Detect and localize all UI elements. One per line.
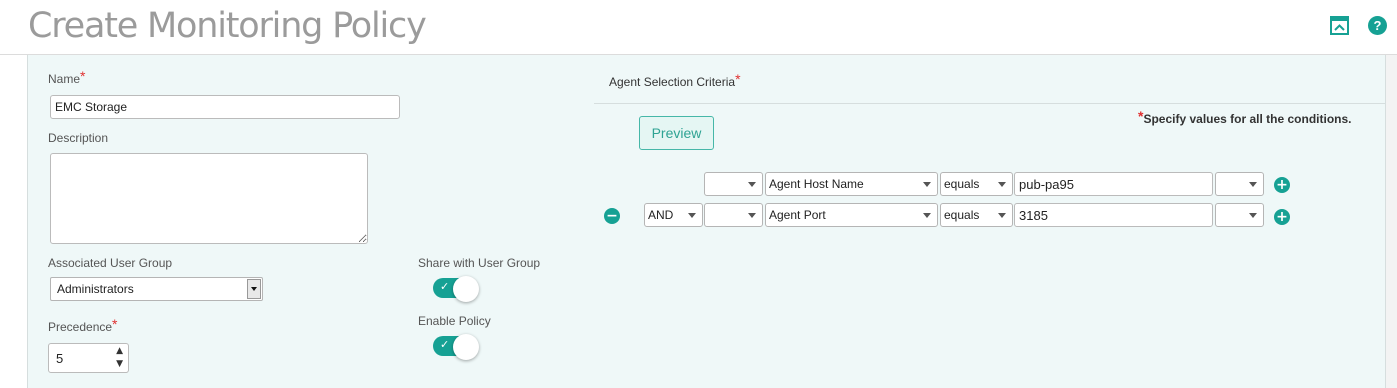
- collapse-panel-icon[interactable]: [1330, 16, 1349, 35]
- field-select[interactable]: Agent Host Name: [765, 172, 938, 196]
- toggle-knob: [453, 334, 479, 360]
- description-label: Description: [48, 131, 109, 145]
- share-toggle[interactable]: ✓: [433, 276, 481, 302]
- preview-button[interactable]: Preview: [639, 116, 714, 150]
- required-marker: *: [112, 316, 118, 332]
- required-marker: *: [80, 68, 86, 84]
- criteria-note: *Specify values for all the conditions.: [1138, 108, 1352, 126]
- open-paren-select[interactable]: [704, 203, 763, 227]
- close-paren-select[interactable]: [1215, 172, 1264, 196]
- chevron-down-icon: [688, 213, 696, 218]
- operator-select[interactable]: equals: [940, 172, 1013, 196]
- chevron-down-icon: [748, 182, 756, 187]
- add-condition-icon[interactable]: +: [1274, 177, 1290, 193]
- chevron-down-icon: [923, 182, 931, 187]
- chevron-down-icon: [251, 287, 257, 291]
- user-group-select[interactable]: Administrators: [50, 277, 263, 301]
- criteria-title: Agent Selection Criteria*: [609, 71, 741, 89]
- precedence-stepper[interactable]: 5 ▲ ▼: [48, 343, 129, 373]
- required-marker: *: [735, 71, 741, 87]
- toggle-knob: [453, 276, 479, 302]
- logic-select[interactable]: AND: [644, 203, 703, 227]
- add-condition-icon[interactable]: +: [1274, 209, 1290, 225]
- user-group-label: Associated User Group: [48, 256, 173, 270]
- precedence-value: 5: [56, 351, 64, 366]
- page-header: Create Monitoring Policy ?: [0, 0, 1397, 55]
- page-title: Create Monitoring Policy: [28, 6, 427, 46]
- operator-select[interactable]: equals: [940, 203, 1013, 227]
- scrollbar[interactable]: [1386, 55, 1397, 388]
- chevron-down-icon: [998, 213, 1006, 218]
- field-select[interactable]: Agent Port: [765, 203, 938, 227]
- enable-label: Enable Policy: [418, 314, 491, 328]
- enable-toggle[interactable]: ✓: [433, 334, 481, 360]
- value-input[interactable]: [1014, 203, 1213, 227]
- name-label: Name*: [48, 68, 86, 86]
- precedence-label: Precedence*: [48, 316, 118, 334]
- chevron-down-icon: [923, 213, 931, 218]
- required-marker: *: [1138, 108, 1144, 124]
- description-textarea[interactable]: [50, 153, 368, 244]
- check-icon: ✓: [440, 280, 450, 293]
- value-input[interactable]: [1014, 172, 1213, 196]
- chevron-down-icon: [1249, 182, 1257, 187]
- check-icon: ✓: [440, 338, 450, 351]
- chevron-down-icon: [1249, 213, 1257, 218]
- dropdown-button[interactable]: [247, 279, 261, 299]
- remove-condition-icon[interactable]: −: [604, 208, 620, 224]
- chevron-down-icon: [998, 182, 1006, 187]
- close-paren-select[interactable]: [1215, 203, 1264, 227]
- user-group-value: Administrators: [57, 282, 134, 296]
- chevron-down-icon: [748, 213, 756, 218]
- help-icon[interactable]: ?: [1368, 16, 1387, 35]
- share-label: Share with User Group: [418, 256, 541, 270]
- stepper-down-icon[interactable]: ▼: [116, 359, 123, 369]
- open-paren-select[interactable]: [704, 172, 763, 196]
- name-input[interactable]: [50, 95, 400, 119]
- stepper-up-icon[interactable]: ▲: [116, 346, 123, 356]
